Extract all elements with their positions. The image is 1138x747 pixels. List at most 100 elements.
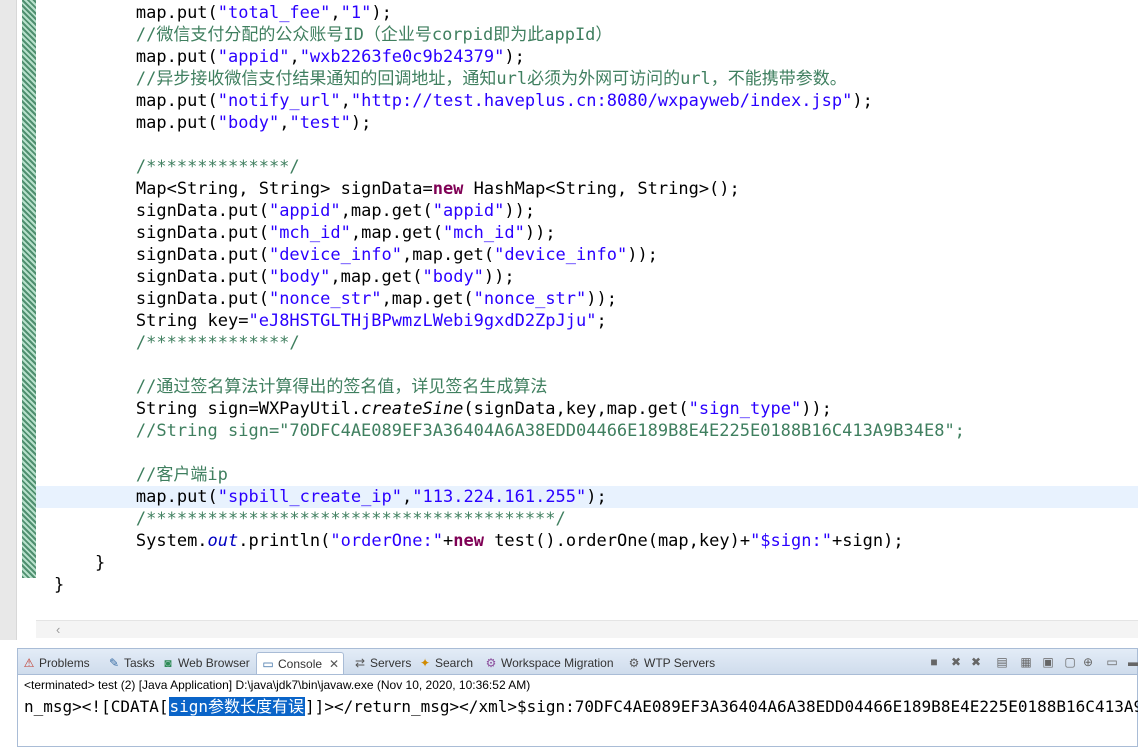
tab-wtp-servers[interactable]: ⚙ WTP Servers (627, 652, 716, 674)
code-line[interactable]: signData.put("nonce_str",map.get("nonce_… (36, 288, 1138, 310)
code-token: ,map.get( (381, 289, 474, 309)
code-token: createSine (361, 399, 464, 419)
open-console-icon[interactable]: ⊕ (1080, 654, 1096, 670)
code-token: /**************/ (135, 333, 300, 353)
display-console-icon[interactable]: ▭ (1104, 654, 1120, 670)
code-token: )); (483, 267, 515, 287)
code-token: )); (524, 223, 556, 243)
code-token: map.put( (135, 3, 218, 23)
code-token: System. (135, 531, 208, 551)
code-line[interactable]: } (36, 552, 1138, 574)
remove-all-icon[interactable]: ✖ (968, 654, 984, 670)
code-token: )); (801, 399, 832, 419)
clear-console-icon[interactable]: ▦ (1018, 654, 1034, 670)
tab-label: WTP Servers (644, 656, 716, 670)
code-token: (signData,key,map.get( (463, 399, 689, 419)
scroll-lock-icon[interactable]: ▤ (994, 654, 1010, 670)
code-line[interactable]: /**************/ (36, 332, 1138, 354)
code-line[interactable]: //异步接收微信支付结果通知的回调地址，通知url必须为外网可访问的url，不能… (36, 68, 1138, 90)
tab-web-browser[interactable]: ◙ Web Browser (161, 652, 250, 674)
tab-label: Problems (39, 656, 90, 670)
code-token: } (94, 553, 106, 573)
code-line[interactable]: //微信支付分配的公众账号ID（企业号corpid即为此appId） (36, 24, 1138, 46)
code-token: map.put( (135, 113, 218, 133)
console-output-line[interactable]: n_msg><![CDATA[sign参数长度有误]]></return_msg… (24, 696, 1138, 718)
quick-diff-ruler (22, 0, 36, 578)
tab-workspace-migration[interactable]: ⚙ Workspace Migration (484, 652, 614, 674)
code-line[interactable] (36, 354, 1138, 376)
wtp-servers-icon: ⚙ (628, 656, 640, 670)
code-token: .println( (238, 531, 331, 551)
code-line[interactable]: String key="eJ8HSTGLTHjBPwmzLWebi9gxdD2Z… (36, 310, 1138, 332)
code-token: "appid" (268, 201, 341, 221)
code-token: ,map.get( (340, 201, 433, 221)
code-line[interactable] (36, 134, 1138, 156)
tasks-icon: ✎ (108, 656, 120, 670)
code-token: "wxb2263fe0c9b24379" (299, 47, 505, 67)
code-line[interactable]: signData.put("mch_id",map.get("mch_id"))… (36, 222, 1138, 244)
code-line[interactable]: /**************/ (36, 156, 1138, 178)
code-token: "notify_url" (217, 91, 341, 111)
code-line[interactable]: map.put("notify_url","http://test.havepl… (36, 90, 1138, 112)
scroll-left-icon[interactable]: ‹ (56, 622, 60, 637)
show-console-icon[interactable]: ▣ (1040, 654, 1056, 670)
code-token: "device_info" (494, 245, 628, 265)
code-line[interactable]: System.out.println("orderOne:"+new test(… (36, 530, 1138, 552)
code-token: "113.224.161.255" (412, 487, 587, 507)
code-line[interactable]: //客户端ip (36, 464, 1138, 486)
tab-tasks[interactable]: ✎ Tasks (107, 652, 155, 674)
code-token: //微信支付分配的公众账号ID（企业号corpid即为此appId） (135, 25, 613, 45)
code-line[interactable]: String sign=WXPayUtil.createSine(signDat… (36, 398, 1138, 420)
code-token: } (54, 575, 65, 595)
code-token: "body" (422, 267, 484, 287)
code-token: "orderOne:" (330, 531, 443, 551)
code-line[interactable]: Map<String, String> signData=new HashMap… (36, 178, 1138, 200)
code-line[interactable] (36, 442, 1138, 464)
code-line[interactable]: /***************************************… (36, 508, 1138, 530)
console-panel: ⚠ Problems ✎ Tasks ◙ Web Browser ▭ Console ✕ ⇄ Ser… (17, 648, 1138, 747)
tab-label: Web Browser (178, 656, 250, 670)
code-token: "eJ8HSTGLTHjBPwmzLWebi9gxdD2ZpJju" (248, 311, 597, 331)
code-token: )); (504, 201, 536, 221)
minimize-icon[interactable]: ▬ (1126, 654, 1138, 670)
code-line[interactable]: signData.put("body",map.get("body")); (36, 266, 1138, 288)
tab-label: Tasks (124, 656, 155, 670)
console-status-line: <terminated> test (2) [Java Application]… (24, 678, 531, 692)
code-line[interactable]: //String sign="70DFC4AE089EF3A36404A6A38… (36, 420, 1138, 442)
code-line[interactable]: map.put("appid","wxb2263fe0c9b24379"); (36, 46, 1138, 68)
code-line[interactable]: map.put("spbill_create_ip","113.224.161.… (36, 486, 1138, 508)
code-token: /***************************************… (135, 509, 566, 529)
console-output-selection[interactable]: sign参数长度有误 (168, 697, 306, 716)
code-token: , (330, 3, 341, 23)
code-line[interactable]: map.put("body","test"); (36, 112, 1138, 134)
code-line[interactable]: //通过签名算法计算得出的签名值，详见签名生成算法 (36, 376, 1138, 398)
close-icon[interactable]: ✕ (329, 654, 339, 674)
code-editor[interactable]: map.put("total_fee","1"); //微信支付分配的公众账号I… (0, 0, 1138, 640)
horizontal-scrollbar[interactable]: ‹ (36, 620, 1138, 638)
code-line[interactable]: } (36, 574, 1138, 596)
tab-console[interactable]: ▭ Console ✕ (256, 652, 345, 674)
code-area[interactable]: map.put("total_fee","1"); //微信支付分配的公众账号I… (36, 2, 1138, 596)
terminate-icon[interactable]: ■ (926, 654, 942, 670)
code-token: "http://test.haveplus.cn:8080/wxpayweb/i… (350, 91, 853, 111)
code-line[interactable]: map.put("total_fee","1"); (36, 2, 1138, 24)
code-line[interactable]: signData.put("appid",map.get("appid")); (36, 200, 1138, 222)
code-token: )); (627, 245, 658, 265)
tab-servers[interactable]: ⇄ Servers (353, 652, 411, 674)
remove-launch-icon[interactable]: ✖ (948, 654, 964, 670)
code-token: /**************/ (135, 157, 300, 177)
code-token: signData.put( (135, 223, 269, 243)
tab-search[interactable]: ✦ Search (418, 652, 473, 674)
code-line[interactable]: signData.put("device_info",map.get("devi… (36, 244, 1138, 266)
code-token: "body" (268, 267, 331, 287)
tab-problems[interactable]: ⚠ Problems (22, 652, 90, 674)
pin-console-icon[interactable]: ▢ (1062, 654, 1078, 670)
code-token: "nonce_str" (268, 289, 382, 309)
